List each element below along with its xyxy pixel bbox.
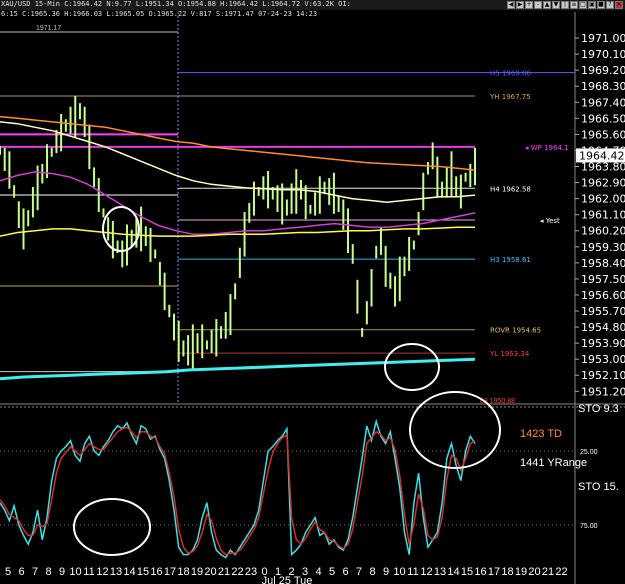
x-tick-label: 16 bbox=[150, 566, 162, 578]
current-price-label: 1964.42 bbox=[579, 149, 625, 162]
level-label-yl: YL 1953.34 bbox=[489, 350, 530, 358]
level-label-h4: H4 1962.58 bbox=[490, 185, 531, 193]
annotation-circle bbox=[384, 343, 440, 391]
sto-level-label: 75.00 bbox=[580, 523, 598, 530]
x-tick-label: 20 bbox=[204, 566, 216, 578]
x-tick-label: 17 bbox=[164, 566, 176, 578]
x-tick-label: 16 bbox=[474, 566, 486, 578]
y-tick-label: 1954.80 bbox=[581, 321, 625, 334]
x-tick-label: 6 bbox=[342, 566, 348, 578]
y-tick-label: 1952.10 bbox=[581, 369, 625, 382]
sto-line-k bbox=[0, 418, 476, 559]
x-tick-label: 15 bbox=[461, 566, 473, 578]
y-tick-label: 1966.50 bbox=[581, 112, 625, 125]
sto-label-mid: STO 15. bbox=[578, 481, 619, 493]
x-tick-label: 8 bbox=[45, 566, 51, 578]
y-tick-label: 1961.10 bbox=[581, 209, 625, 222]
y-tick-label: 1968.30 bbox=[581, 80, 625, 93]
x-tick-label: 17 bbox=[488, 566, 500, 578]
x-tick-label: 13 bbox=[110, 566, 122, 578]
x-date-label: Jul 25 Tue bbox=[262, 575, 313, 584]
ma-line-ma3 bbox=[0, 171, 476, 236]
level-label-yh: YH 1967.75 bbox=[489, 93, 531, 101]
level-label-wp: ◂ WP 1964.1 bbox=[525, 144, 569, 152]
level-label-h3: H3 1958.61 bbox=[490, 256, 531, 264]
x-tick-label: 5 bbox=[5, 566, 11, 578]
x-tick-label: 14 bbox=[123, 566, 135, 578]
x-tick-label: 22 bbox=[231, 566, 243, 578]
x-tick-label: 18 bbox=[501, 566, 513, 578]
x-tick-label: 13 bbox=[434, 566, 446, 578]
x-tick-label: 12 bbox=[420, 566, 432, 578]
x-tick-label: 21 bbox=[218, 566, 230, 578]
y-tick-label: 1955.70 bbox=[581, 305, 625, 318]
y-tick-label: 1969.20 bbox=[581, 64, 625, 77]
y-tick-label: 1967.40 bbox=[581, 96, 625, 109]
y-tick-label: 1963.80 bbox=[581, 161, 625, 174]
y-tick-label: 1970.10 bbox=[581, 48, 625, 61]
y-tick-label: 1953.00 bbox=[581, 353, 625, 366]
y-tick-label: 1957.50 bbox=[581, 273, 625, 286]
y-tick-label: 1953.90 bbox=[581, 337, 625, 350]
level-label-yest: ◂ Yest bbox=[540, 217, 560, 225]
y-tick-label: 1958.40 bbox=[581, 257, 625, 270]
x-tick-label: 18 bbox=[177, 566, 189, 578]
x-tick-label: 21 bbox=[542, 566, 554, 578]
x-tick-label: 22 bbox=[555, 566, 567, 578]
x-tick-label: 10 bbox=[393, 566, 405, 578]
yrange-label: 1441 YRange bbox=[520, 457, 587, 469]
y-tick-label: 1965.60 bbox=[581, 128, 625, 141]
x-tick-label: 7 bbox=[32, 566, 38, 578]
y-tick-label: 1959.30 bbox=[581, 241, 625, 254]
x-tick-label: 12 bbox=[96, 566, 108, 578]
x-tick-label: 11 bbox=[407, 566, 418, 578]
x-tick-label: 10 bbox=[69, 566, 81, 578]
ma-line-ma5 bbox=[0, 357, 476, 381]
y-tick-label: 1951.20 bbox=[581, 385, 625, 398]
x-tick-label: 11 bbox=[83, 566, 94, 578]
level-label-rovr: ROVR 1954.65 bbox=[490, 327, 541, 335]
y-tick-label: 1956.60 bbox=[581, 289, 625, 302]
x-tick-label: 19 bbox=[515, 566, 527, 578]
y-tick-label: 1962.90 bbox=[581, 177, 625, 190]
x-tick-label: 14 bbox=[447, 566, 459, 578]
x-tick-label: 7 bbox=[356, 566, 362, 578]
x-tick-label: 20 bbox=[528, 566, 540, 578]
chart-canvas: 1971.00 1970.10 1969.20 1968.30 1967.40 1966.… bbox=[0, 12, 625, 584]
x-tick-label: 19 bbox=[191, 566, 203, 578]
x-tick-label: 8 bbox=[369, 566, 375, 578]
sto-line-d bbox=[0, 426, 476, 556]
x-tick-label: 9 bbox=[59, 566, 65, 578]
annotation-circle bbox=[73, 498, 151, 556]
x-tick-label: 9 bbox=[383, 566, 389, 578]
x-tick-label: 15 bbox=[137, 566, 149, 578]
y-tick-label: 1962.00 bbox=[581, 193, 625, 206]
y-tick-label: 1960.20 bbox=[581, 225, 625, 238]
top-marker-label: 1971.17 bbox=[36, 25, 61, 32]
td-label: 1423 TD bbox=[520, 428, 562, 440]
sto-label-top: STO 9.3 bbox=[578, 403, 619, 415]
x-tick-label: 4 bbox=[315, 566, 321, 578]
x-tick-label: 6 bbox=[18, 566, 24, 578]
x-tick-label: 5 bbox=[329, 566, 335, 578]
sto-level-label: 25.00 bbox=[580, 449, 598, 456]
level-label-h5: H5 1969.06 bbox=[490, 70, 531, 78]
x-tick-label: 23 bbox=[245, 566, 257, 578]
y-tick-label: 1971.00 bbox=[581, 32, 625, 45]
